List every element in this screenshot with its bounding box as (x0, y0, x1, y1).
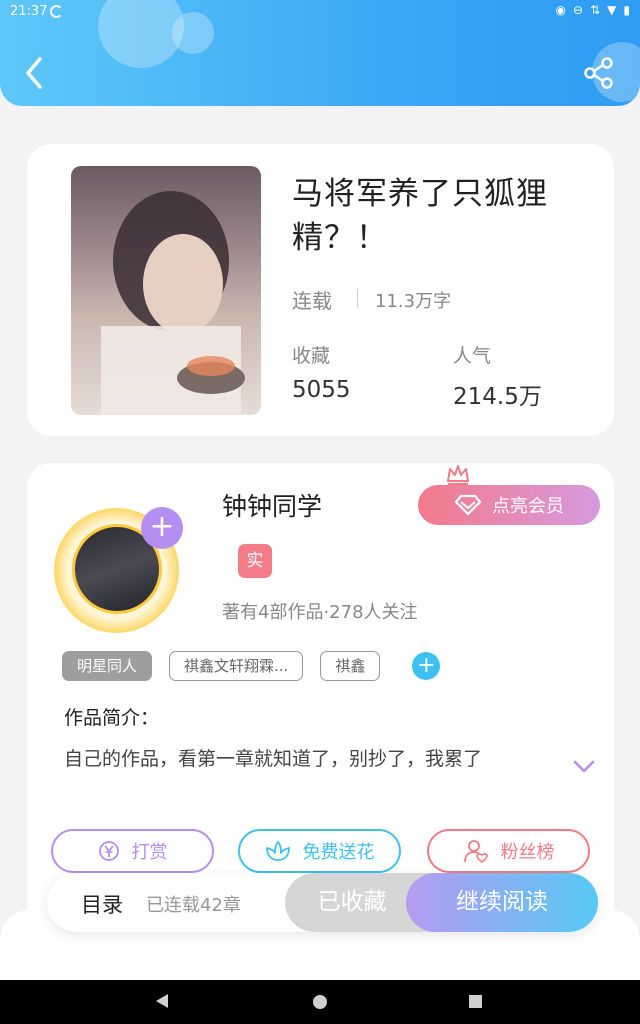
wifi-icon: ▼ (607, 3, 617, 17)
tag-item[interactable]: 祺鑫文轩翔霖... (169, 651, 304, 681)
dnd-icon: ⊖ (573, 3, 584, 17)
chevron-down-icon[interactable] (573, 760, 595, 774)
tip-button-label: 打赏 (131, 842, 168, 863)
author-name[interactable]: 钟钟同学 (222, 487, 322, 523)
book-title: 马将军养了只狐狸精？！ (292, 176, 548, 256)
crown-icon (447, 465, 469, 485)
collected-label: 已收藏 (317, 889, 387, 915)
tag-list: 明星同人 祺鑫文轩翔霖... 祺鑫 + (62, 651, 441, 681)
popularity-value: 214.5万 (453, 384, 542, 410)
fan-ranking-label: 粉丝榜 (500, 842, 555, 863)
cover-illustration (101, 191, 245, 415)
chapter-count[interactable]: 已连载42章 (146, 891, 241, 917)
nav-recents-icon[interactable] (469, 995, 482, 1008)
intro-title: 作品简介： (64, 707, 160, 729)
vibrate-icon: ◉ (555, 3, 567, 17)
tip-button[interactable]: 打赏 (51, 829, 214, 873)
tag-item[interactable]: 明星同人 (62, 651, 153, 681)
serial-status: 连载 (292, 289, 332, 313)
yen-coin-icon (98, 841, 119, 861)
share-icon (584, 57, 613, 89)
flower-icon (265, 841, 290, 861)
continue-reading-button[interactable]: 继续阅读 (406, 873, 598, 932)
add-tag-button[interactable]: + (412, 652, 441, 680)
favorites-label: 收藏 (292, 345, 331, 367)
intro-text: 自己的作品，看第一章就知道了，别抄了，我累了 (64, 748, 483, 770)
favorites-value: 5055 (292, 377, 351, 403)
status-icons: ◉ ⊖ ⇅ ▼ ▮ (556, 3, 630, 17)
system-nav-bar (0, 980, 640, 1024)
send-flower-button[interactable]: 免费送花 (238, 829, 401, 873)
back-button[interactable] (20, 55, 50, 91)
data-icon: ⇅ (590, 3, 601, 17)
divider (357, 289, 358, 307)
send-flower-label: 免费送花 (302, 842, 375, 863)
fan-ranking-button[interactable]: 粉丝榜 (427, 829, 590, 873)
status-time: 21:37 (10, 4, 48, 19)
diamond-icon (454, 494, 482, 516)
status-bar: 21:37 ◉ ⊖ ⇅ ▼ ▮ (0, 0, 640, 24)
toc-button[interactable]: 目录 (81, 889, 123, 919)
loading-icon (50, 5, 63, 18)
author-meta: 著有4部作品·278人关注 (222, 602, 418, 623)
vip-button-label: 点亮会员 (492, 496, 564, 517)
top-header: 21:37 ◉ ⊖ ⇅ ▼ ▮ (0, 0, 640, 106)
verified-badge: 实 (238, 544, 272, 578)
vip-button[interactable]: 点亮会员 (418, 485, 600, 525)
book-cover-image[interactable] (71, 166, 261, 415)
nav-back-icon[interactable] (155, 993, 169, 1009)
nav-home-icon[interactable] (313, 995, 327, 1009)
battery-icon: ▮ (623, 3, 630, 17)
chevron-left-icon (26, 57, 42, 89)
fan-user-icon (463, 840, 488, 864)
tag-item[interactable]: 祺鑫 (320, 651, 381, 681)
word-count: 11.3万字 (375, 291, 452, 312)
follow-button[interactable]: + (141, 507, 183, 549)
read-bar: 目录 已连载42章 已收藏 继续阅读 (47, 873, 598, 932)
share-button[interactable] (582, 56, 616, 90)
book-info-card: 马将军养了只狐狸精？！ 连载 11.3万字 收藏 5055 人气 214.5万 (27, 144, 614, 436)
popularity-label: 人气 (453, 345, 492, 367)
